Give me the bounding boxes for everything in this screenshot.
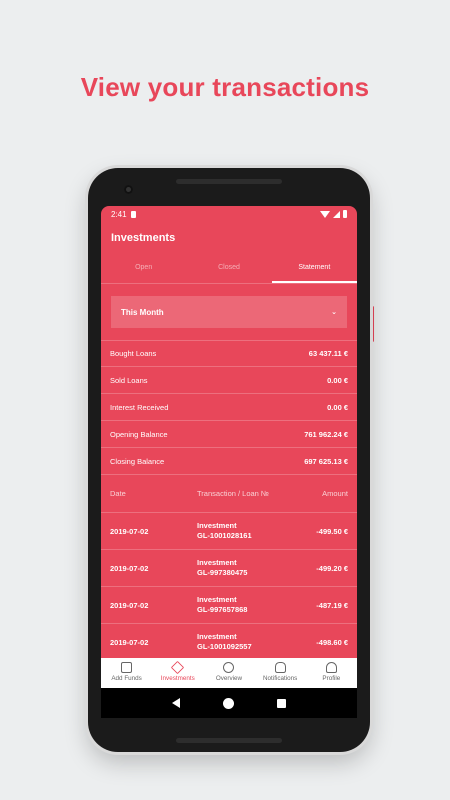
row-type: Investment [197,521,237,530]
system-nav-bar [101,688,357,718]
row-loan-id: GL-1001092557 [197,642,252,651]
table-row[interactable]: 2019-07-02 Investment GL-1001092557 -498… [101,624,357,661]
nav-notifications[interactable]: Notifications [255,662,306,682]
summary-value: 0.00 € [327,375,348,385]
headline: View your transactions [80,72,370,102]
summary-row: Closing Balance 697 625.13 € [101,448,357,475]
row-transaction: Investment GL-997657868 [197,595,288,615]
column-header-amount: Amount [322,489,348,498]
nav-profile[interactable]: Profile [306,662,357,682]
summary-label: Sold Loans [110,375,148,385]
row-amount: -499.20 € [316,563,348,573]
nav-label: Overview [215,675,243,682]
row-transaction: Investment GL-997380475 [197,558,288,578]
battery-icon [343,210,347,218]
phone-frame: 2:41 Investments Open Closed Statement T… [88,168,370,752]
nav-investments[interactable]: Investments [152,660,203,682]
period-select[interactable]: This Month ⌄ [111,296,347,328]
row-loan-id: GL-997380475 [197,568,248,577]
row-loan-id: GL-1001028161 [197,531,252,540]
period-select-value: This Month [121,307,164,317]
signal-icon [333,210,340,218]
summary-label: Opening Balance [110,429,168,439]
row-date: 2019-07-02 [110,563,149,573]
row-date: 2019-07-02 [110,600,149,610]
recent-apps-icon[interactable] [276,698,286,708]
row-amount: -487.19 € [316,600,348,610]
app-screen: 2:41 Investments Open Closed Statement T… [101,206,357,716]
phone-side-button [371,306,374,342]
summary-value: 0.00 € [327,402,348,412]
summary-label: Interest Received [110,402,169,412]
tab-closed[interactable]: Closed [186,254,271,283]
status-time: 2:41 [111,209,127,219]
summary-row: Sold Loans 0.00 € [101,367,357,394]
chevron-down-icon: ⌄ [331,309,337,316]
home-icon[interactable] [222,697,234,709]
summary-row: Bought Loans 63 437.11 € [101,340,357,367]
nav-overview[interactable]: Overview [203,662,254,682]
summary-value: 761 962.24 € [304,429,348,439]
summary-row: Opening Balance 761 962.24 € [101,421,357,448]
tab-statement[interactable]: Statement [271,254,357,283]
table-row[interactable]: 2019-07-02 Investment GL-997380475 -499.… [101,550,357,587]
summary-row: Interest Received 0.00 € [101,394,357,421]
table-row[interactable]: 2019-07-02 Investment GL-997657868 -487.… [101,587,357,624]
nav-label: Investments [160,675,195,682]
row-loan-id: GL-997657868 [197,605,248,614]
plus-circle-icon [223,662,235,673]
speaker-grille [176,738,282,743]
row-amount: -498.60 € [316,637,348,647]
column-header-transaction: Transaction / Loan № [197,489,269,498]
layers-icon [171,660,185,675]
nav-label: Profile [322,675,341,682]
wifi-icon [320,210,330,218]
camera-icon [124,185,133,194]
back-icon[interactable] [172,698,181,708]
column-header-date: Date [110,489,126,498]
row-date: 2019-07-02 [110,637,149,647]
nav-add-funds[interactable]: Add Funds [101,662,152,682]
user-icon [325,662,337,673]
tab-open[interactable]: Open [101,254,186,283]
nav-label: Notifications [263,675,298,682]
summary-label: Closing Balance [110,456,165,466]
status-bar: 2:41 [101,206,357,222]
row-date: 2019-07-02 [110,526,149,536]
summary-label: Bought Loans [110,349,157,358]
row-amount: -499.50 € [316,526,348,536]
row-type: Investment [197,632,237,641]
row-type: Investment [197,558,237,567]
sim-icon [130,210,136,218]
summary-list: Bought Loans 63 437.11 € Sold Loans 0.00… [101,340,357,475]
table-row[interactable]: 2019-07-02 Investment GL-1001028161 -499… [101,513,357,550]
row-type: Investment [197,595,237,604]
bell-icon [274,662,286,673]
transactions-table-header: Date Transaction / Loan № Amount [101,475,357,513]
row-transaction: Investment GL-1001028161 [197,521,288,541]
speaker-grille [176,179,282,184]
summary-value: 63 437.11 € [308,349,348,358]
bottom-nav: Add Funds Investments Overview Notificat… [101,658,357,691]
row-transaction: Investment GL-1001092557 [197,632,288,652]
tab-bar: Open Closed Statement [101,254,357,284]
summary-value: 697 625.13 € [304,456,348,466]
wallet-icon [121,662,133,673]
page-title: Investments [111,232,176,244]
nav-label: Add Funds [111,675,142,682]
